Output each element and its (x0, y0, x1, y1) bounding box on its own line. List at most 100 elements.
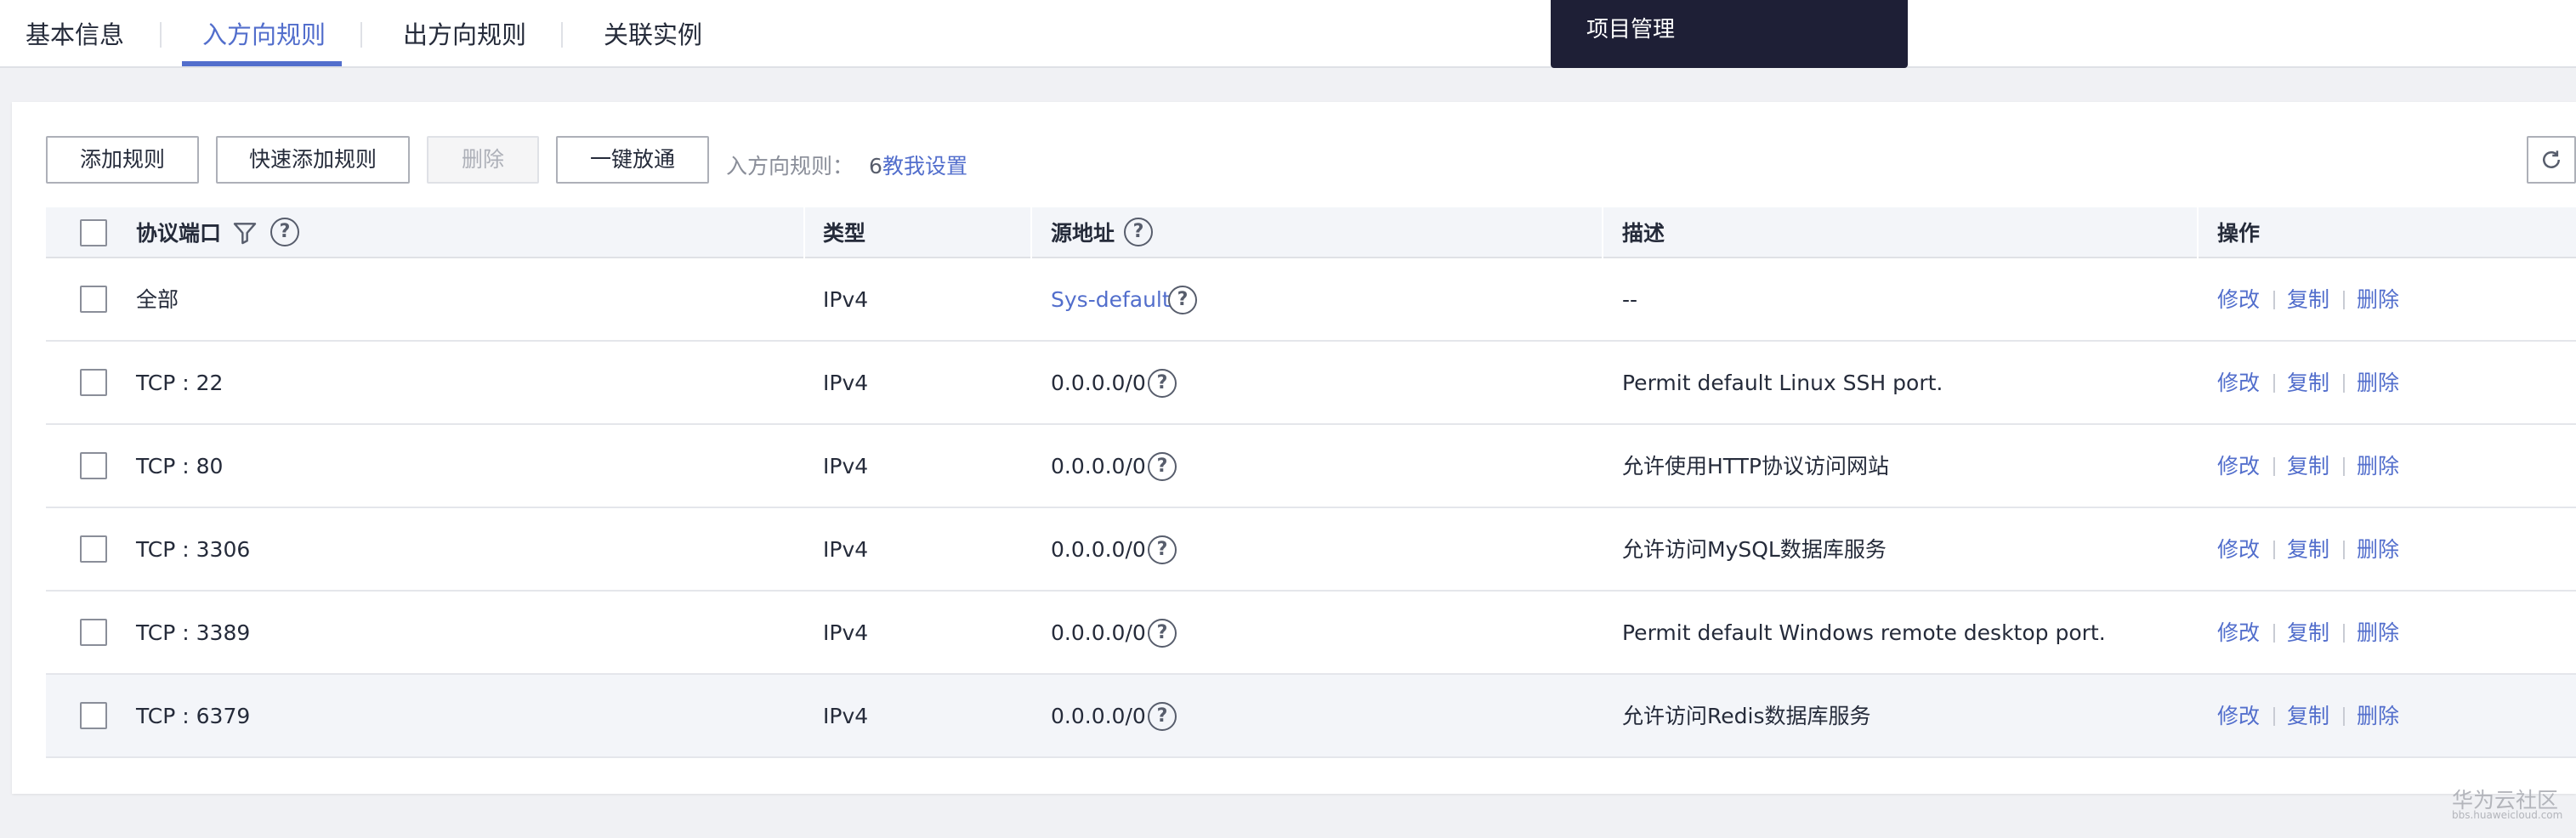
help-icon[interactable]: ? (1148, 369, 1177, 398)
copy-link[interactable]: 复制 (2287, 342, 2329, 423)
modify-link[interactable]: 修改 (2217, 342, 2260, 423)
tab-divider (561, 22, 563, 48)
help-icon[interactable]: ? (1148, 535, 1177, 564)
one-click-allow-button[interactable]: 一键放通 (556, 136, 709, 184)
delete-button[interactable]: 删除 (427, 136, 539, 184)
cell-type: IPv4 (823, 371, 869, 395)
modify-link[interactable]: 修改 (2217, 508, 2260, 590)
delete-link[interactable]: 删除 (2357, 425, 2399, 507)
tab-outbound-rules[interactable]: 出方向规则 (403, 0, 526, 68)
rule-count-label: 入方向规则： (726, 154, 854, 178)
table-row[interactable]: TCP : 80 IPv4 0.0.0.0/0 ? 允许使用HTTP协议访问网站… (46, 425, 2576, 508)
row-checkbox[interactable] (80, 535, 107, 563)
table-row[interactable]: TCP : 3306 IPv4 0.0.0.0/0 ? 允许访问MySQL数据库… (46, 508, 2576, 592)
column-header-protocol-port: 协议端口 (136, 221, 222, 246)
action-divider (2343, 707, 2345, 726)
cell-description: 允许访问Redis数据库服务 (1622, 704, 1871, 728)
row-checkbox[interactable] (80, 702, 107, 729)
column-divider (803, 207, 805, 258)
delete-link[interactable]: 删除 (2357, 675, 2399, 756)
action-divider (2343, 291, 2345, 309)
cell-protocol-port: TCP : 80 (136, 454, 224, 478)
table-row[interactable]: TCP : 3389 IPv4 0.0.0.0/0 ? Permit defau… (46, 592, 2576, 675)
cell-description: Permit default Windows remote desktop po… (1622, 620, 2106, 645)
copy-link[interactable]: 复制 (2287, 425, 2329, 507)
cell-description: -- (1622, 287, 1638, 312)
cell-protocol-port: 全部 (136, 287, 179, 312)
help-icon[interactable]: ? (1148, 702, 1177, 731)
cell-type: IPv4 (823, 454, 869, 478)
help-icon[interactable]: ? (1168, 286, 1197, 314)
modify-link[interactable]: 修改 (2217, 425, 2260, 507)
column-header-description: 描述 (1622, 221, 1665, 246)
tab-divider (360, 22, 362, 48)
copy-link[interactable]: 复制 (2287, 592, 2329, 673)
watermark-url: bbs.huaweicloud.com (2452, 809, 2563, 821)
action-divider (2273, 624, 2275, 643)
help-icon[interactable]: ? (270, 218, 299, 246)
table-header: 协议端口 ? 类型 源地址 ? 描述 操作 (46, 207, 2576, 258)
action-divider (2343, 541, 2345, 559)
cell-description: 允许访问MySQL数据库服务 (1622, 537, 1887, 562)
row-checkbox[interactable] (80, 369, 107, 396)
modify-link[interactable]: 修改 (2217, 592, 2260, 673)
cell-type: IPv4 (823, 537, 869, 562)
rule-count-value: 6 (869, 154, 882, 178)
guide-link[interactable]: 教我设置 (882, 150, 967, 180)
column-divider (1030, 207, 1032, 258)
column-header-source: 源地址 (1051, 221, 1115, 246)
cell-protocol-port: TCP : 3306 (136, 537, 251, 562)
copy-link[interactable]: 复制 (2287, 258, 2329, 340)
refresh-button[interactable] (2527, 136, 2576, 184)
modify-link[interactable]: 修改 (2217, 258, 2260, 340)
tab-inbound-rules[interactable]: 入方向规则 (202, 0, 326, 68)
column-divider (2197, 207, 2199, 258)
action-divider (2343, 457, 2345, 476)
help-icon[interactable]: ? (1148, 452, 1177, 481)
tab-associated-instances[interactable]: 关联实例 (604, 0, 702, 68)
row-checkbox[interactable] (80, 619, 107, 646)
tabs-bar: 基本信息 入方向规则 出方向规则 关联实例 (0, 0, 2576, 68)
delete-link[interactable]: 删除 (2357, 508, 2399, 590)
table-row[interactable]: TCP : 22 IPv4 0.0.0.0/0 ? Permit default… (46, 342, 2576, 425)
column-header-type: 类型 (823, 221, 866, 246)
table-row[interactable]: TCP : 6379 IPv4 0.0.0.0/0 ? 允许访问Redis数据库… (46, 675, 2576, 758)
delete-link[interactable]: 删除 (2357, 592, 2399, 673)
tab-divider (160, 22, 162, 48)
row-checkbox[interactable] (80, 286, 107, 313)
cell-type: IPv4 (823, 704, 869, 728)
filter-icon[interactable] (231, 219, 258, 246)
action-divider (2273, 374, 2275, 393)
active-tab-indicator (182, 61, 342, 66)
cell-protocol-port: TCP : 3389 (136, 620, 251, 645)
help-icon[interactable]: ? (1148, 619, 1177, 648)
tab-basic-info[interactable]: 基本信息 (26, 0, 124, 68)
source-link[interactable]: Sys-default (1051, 258, 1171, 340)
action-divider (2273, 457, 2275, 476)
row-checkbox[interactable] (80, 452, 107, 479)
cell-source: 0.0.0.0/0 (1051, 371, 1146, 395)
column-header-actions: 操作 (2217, 221, 2261, 246)
rules-table: 协议端口 ? 类型 源地址 ? 描述 操作 全部 IPv4 Sys-defaul… (46, 207, 2576, 758)
menu-item-project-management[interactable]: 项目管理 (1586, 17, 1675, 42)
add-rule-button[interactable]: 添加规则 (46, 136, 199, 184)
cell-protocol-port: TCP : 22 (136, 371, 224, 395)
quick-add-rule-button[interactable]: 快速添加规则 (216, 136, 410, 184)
cell-type: IPv4 (823, 620, 869, 645)
cell-protocol-port: TCP : 6379 (136, 704, 251, 728)
dropdown-menu: 项目管理 (1551, 0, 1908, 68)
modify-link[interactable]: 修改 (2217, 675, 2260, 756)
copy-link[interactable]: 复制 (2287, 508, 2329, 590)
table-row[interactable]: 全部 IPv4 Sys-default ? -- 修改 复制 删除 (46, 258, 2576, 342)
delete-link[interactable]: 删除 (2357, 258, 2399, 340)
help-icon[interactable]: ? (1124, 218, 1153, 246)
cell-source: 0.0.0.0/0 (1051, 620, 1146, 645)
copy-link[interactable]: 复制 (2287, 675, 2329, 756)
delete-link[interactable]: 删除 (2357, 342, 2399, 423)
select-all-checkbox[interactable] (80, 219, 107, 246)
action-divider (2343, 624, 2345, 643)
action-divider (2273, 707, 2275, 726)
refresh-icon (2543, 150, 2560, 168)
cell-source: 0.0.0.0/0 (1051, 454, 1146, 478)
action-divider (2273, 291, 2275, 309)
